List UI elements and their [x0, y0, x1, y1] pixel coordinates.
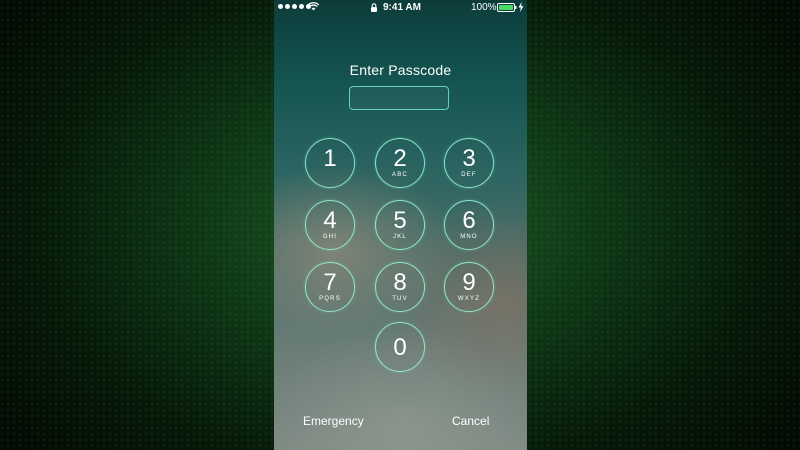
battery-percent: 100%: [471, 2, 497, 13]
key-digit: 5: [393, 207, 407, 234]
status-time: 9:41 AM: [383, 2, 421, 13]
key-1[interactable]: 1: [305, 138, 355, 188]
key-letters: WXYZ: [457, 296, 481, 302]
key-letters: DEF: [461, 172, 477, 178]
key-letters: JKL: [393, 234, 407, 240]
key-letters: TUV: [392, 296, 408, 302]
key-7[interactable]: 7 PQRS: [305, 262, 355, 312]
status-bar: 9:41 AM 100%: [274, 0, 527, 17]
key-digit: 7: [323, 269, 337, 296]
passcode-title: Enter Passcode: [349, 62, 452, 78]
key-digit: 6: [462, 207, 476, 234]
key-0[interactable]: 0: [375, 322, 425, 372]
charging-bolt-icon: [518, 2, 524, 12]
key-digit: 9: [462, 269, 476, 296]
key-9[interactable]: 9 WXYZ: [444, 262, 494, 312]
key-digit: 8: [393, 269, 407, 296]
key-6[interactable]: 6 MNO: [444, 200, 494, 250]
key-digit: 2: [393, 145, 407, 172]
key-5[interactable]: 5 JKL: [375, 200, 425, 250]
passcode-field[interactable]: [349, 86, 449, 110]
key-8[interactable]: 8 TUV: [375, 262, 425, 312]
key-2[interactable]: 2 ABC: [375, 138, 425, 188]
battery-icon: [497, 3, 517, 12]
key-3[interactable]: 3 DEF: [444, 138, 494, 188]
emergency-button[interactable]: Emergency: [303, 414, 364, 428]
key-digit: 0: [393, 334, 407, 361]
key-digit: 3: [462, 145, 476, 172]
key-letters: ABC: [392, 172, 408, 178]
lock-icon: [371, 3, 377, 12]
key-letters: PQRS: [319, 296, 341, 302]
key-4[interactable]: 4 GHI: [305, 200, 355, 250]
key-digit: 1: [323, 145, 337, 172]
wifi-icon: [308, 2, 319, 11]
phone-screen: 9:41 AM 100% Enter Passcode 1 2 ABC 3 DE…: [274, 0, 527, 450]
key-letters: GHI: [322, 234, 338, 240]
key-digit: 4: [323, 207, 337, 234]
signal-dots-icon: [278, 4, 311, 9]
cancel-button[interactable]: Cancel: [452, 414, 489, 428]
key-letters: MNO: [460, 234, 478, 240]
